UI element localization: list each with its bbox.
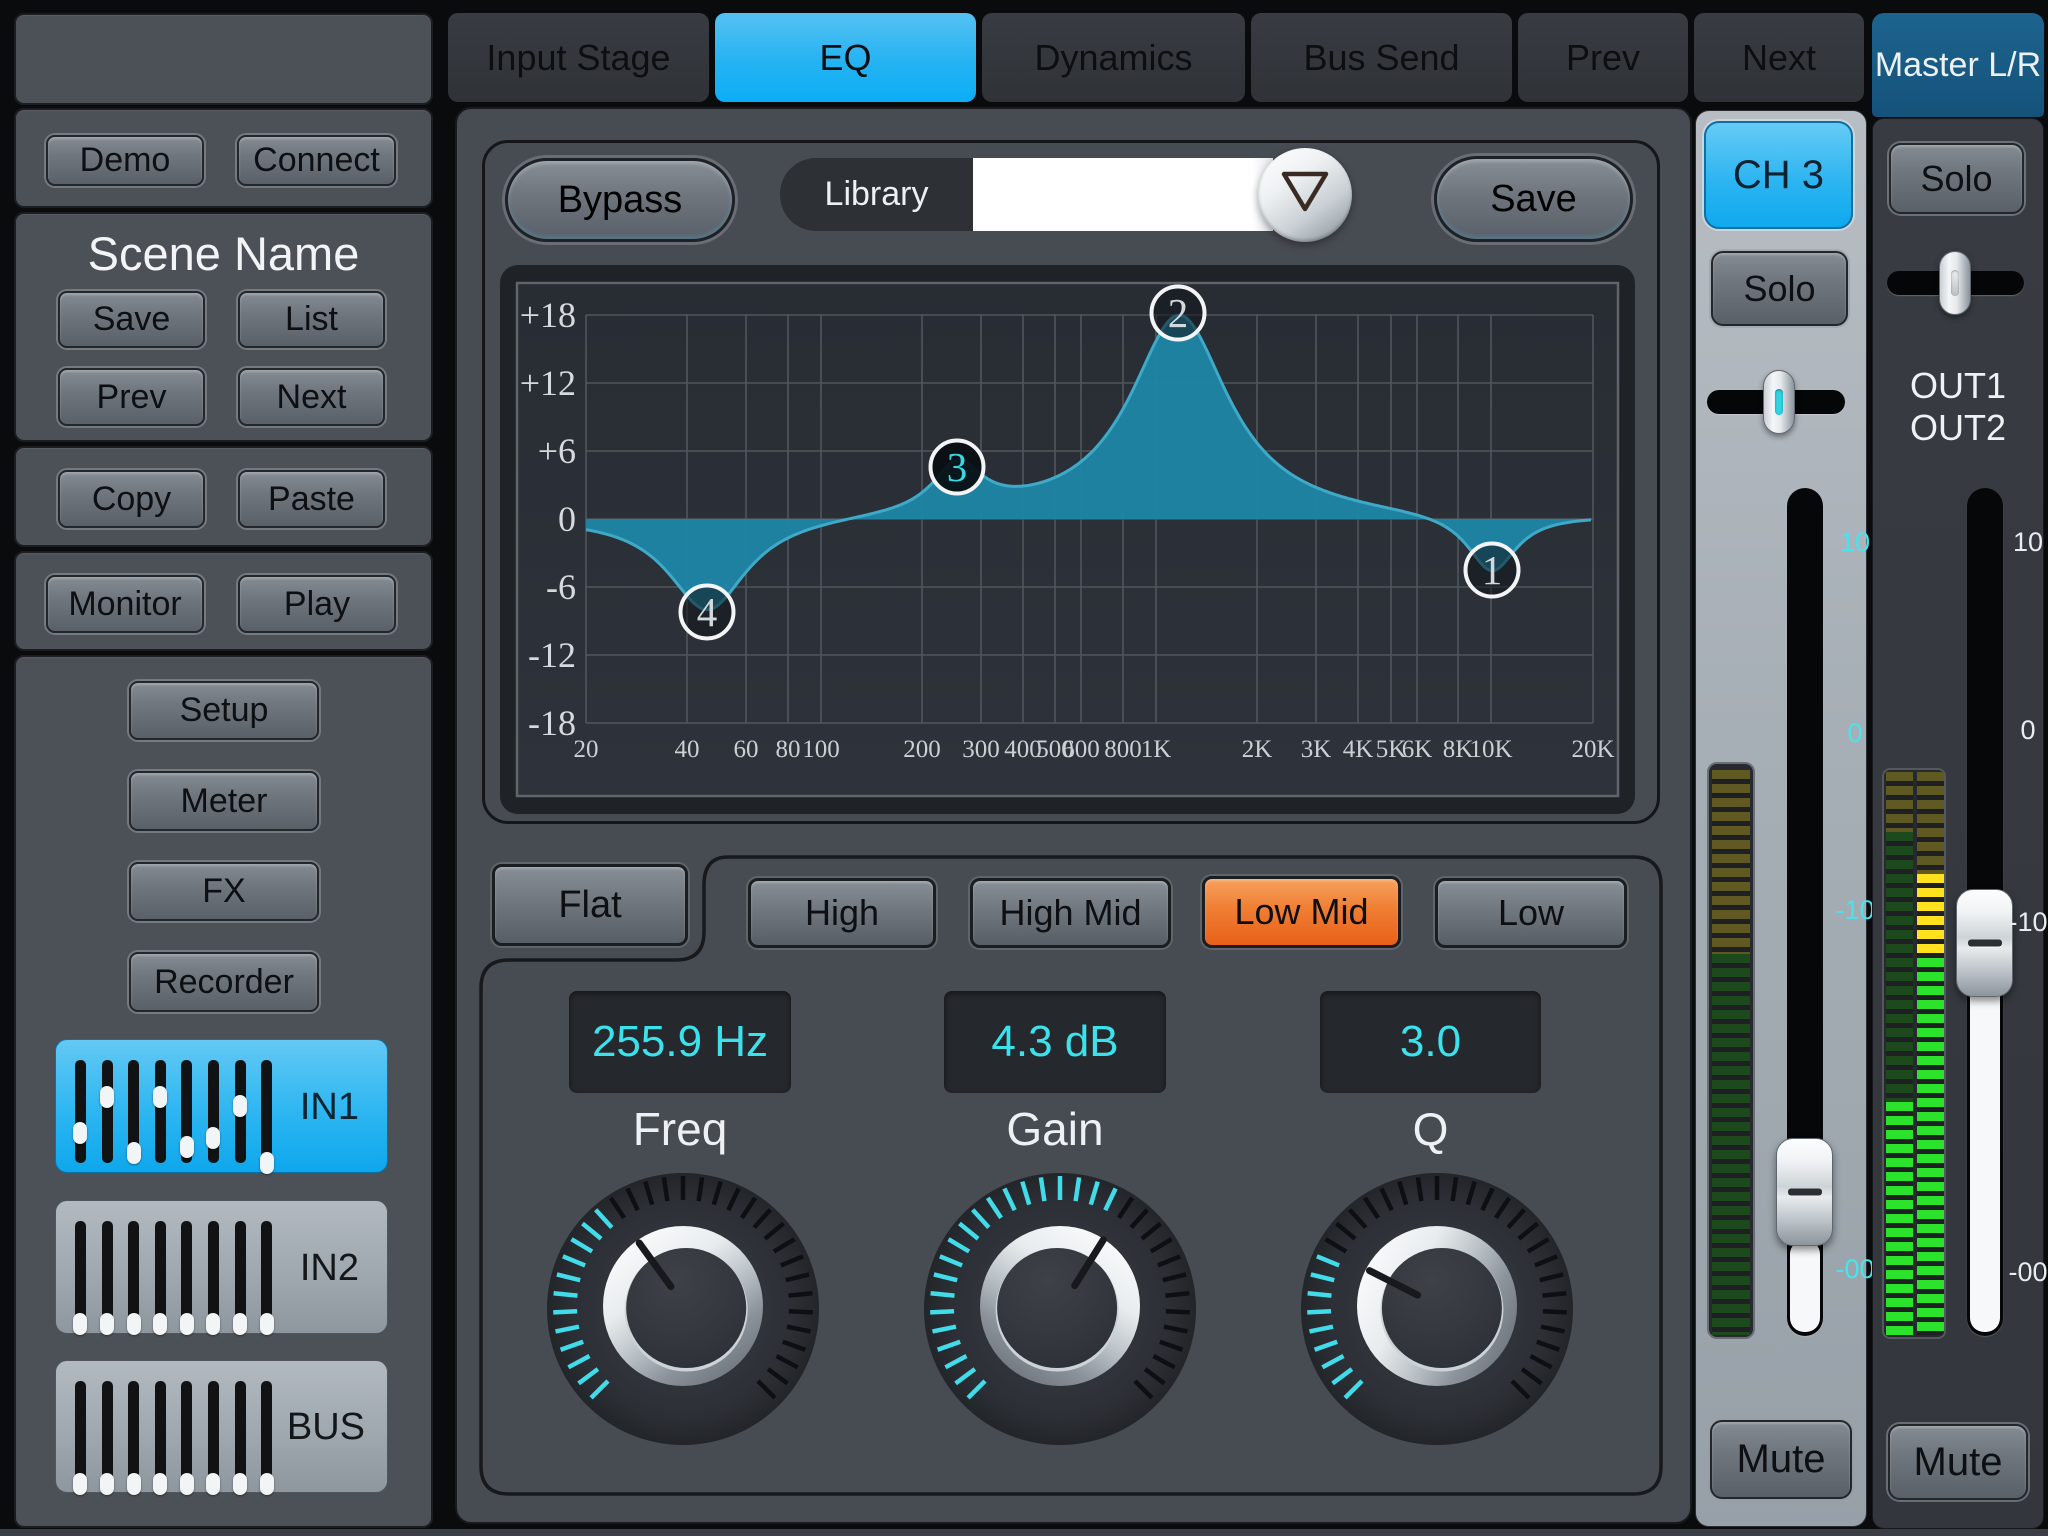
svg-text:2: 2 <box>1168 290 1189 336</box>
svg-text:100: 100 <box>802 736 840 763</box>
svg-text:-12: -12 <box>528 635 576 675</box>
svg-text:20: 20 <box>574 736 599 763</box>
svg-text:+6: +6 <box>538 431 576 471</box>
svg-text:300: 300 <box>962 736 1000 763</box>
svg-text:800: 800 <box>1104 736 1142 763</box>
svg-text:6K: 6K <box>1402 736 1433 763</box>
svg-text:-6: -6 <box>546 567 576 607</box>
svg-text:4: 4 <box>697 589 718 635</box>
svg-text:40: 40 <box>675 736 700 763</box>
svg-text:200: 200 <box>903 736 941 763</box>
svg-text:+12: +12 <box>520 363 576 403</box>
svg-text:600: 600 <box>1062 736 1100 763</box>
svg-text:-18: -18 <box>528 703 576 743</box>
svg-text:2K: 2K <box>1242 736 1273 763</box>
svg-text:20K: 20K <box>1571 736 1614 763</box>
svg-text:80: 80 <box>776 736 801 763</box>
svg-text:60: 60 <box>734 736 759 763</box>
svg-text:1K: 1K <box>1141 736 1172 763</box>
svg-text:3K: 3K <box>1301 736 1332 763</box>
svg-text:10K: 10K <box>1469 736 1512 763</box>
svg-text:+18: +18 <box>520 295 576 335</box>
svg-text:1: 1 <box>1482 547 1503 593</box>
svg-text:4K: 4K <box>1343 736 1374 763</box>
svg-text:3: 3 <box>947 444 968 490</box>
svg-text:0: 0 <box>558 499 576 539</box>
